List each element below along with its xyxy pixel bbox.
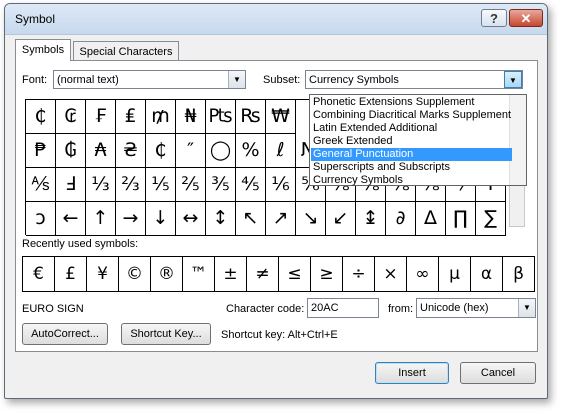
close-button[interactable]: ✕ — [509, 9, 543, 27]
symbol-cell[interactable]: ↄ — [26, 202, 56, 236]
symbol-cell[interactable]: ₴ — [116, 134, 146, 168]
symbol-cell[interactable]: ⅖ — [176, 168, 206, 202]
insert-button[interactable]: Insert — [375, 362, 449, 384]
recent-symbol-cell[interactable]: ∞ — [406, 256, 439, 292]
recent-symbol-cell[interactable]: ≤ — [278, 256, 311, 292]
symbol-cell[interactable]: ₧ — [206, 100, 236, 134]
symbol-cell[interactable]: ⅕ — [146, 168, 176, 202]
subset-option[interactable]: Latin Extended Additional — [311, 122, 512, 135]
subset-option[interactable]: Combining Diacritical Marks Supplement — [311, 109, 512, 122]
symbol-cell[interactable]: ∑ — [476, 202, 506, 236]
symbol-cell[interactable]: ↔ — [176, 202, 206, 236]
symbol-cell[interactable]: ₱ — [26, 134, 56, 168]
recent-symbol-cell[interactable]: € — [22, 256, 55, 292]
symbol-cell[interactable]: ← — [56, 202, 86, 236]
symbol-cell[interactable]: ₥ — [146, 100, 176, 134]
tab-symbols-label: Symbols — [21, 44, 65, 56]
symbol-cell[interactable]: ₳ — [86, 134, 116, 168]
subset-option[interactable]: Currency Symbols — [311, 174, 512, 187]
recent-symbol-cell[interactable]: ÷ — [342, 256, 375, 292]
symbol-cell[interactable]: ₵ — [146, 134, 176, 168]
subset-select[interactable]: Currency Symbols ▼ — [305, 70, 523, 89]
character-name: EURO SIGN — [22, 303, 84, 315]
font-label: Font: — [22, 74, 48, 86]
subset-label: Subset: — [263, 74, 301, 86]
shortcut-key-button[interactable]: Shortcut Key... — [121, 323, 211, 345]
recent-symbol-cell[interactable]: β — [502, 256, 535, 292]
chevron-down-icon: ▼ — [518, 299, 535, 317]
symbol-cell[interactable]: ⅓ — [86, 168, 116, 202]
subset-option[interactable]: General Punctuation — [311, 148, 512, 161]
symbol-cell[interactable]: → — [116, 202, 146, 236]
symbol-cell[interactable]: Ⅎ — [56, 168, 86, 202]
symbol-cell[interactable]: % — [236, 134, 266, 168]
symbol-cell[interactable]: ₦ — [176, 100, 206, 134]
symbol-cell[interactable]: ↕ — [206, 202, 236, 236]
symbol-cell[interactable]: ↘ — [296, 202, 326, 236]
symbol-cell[interactable]: ″ — [176, 134, 206, 168]
recent-symbol-cell[interactable]: £ — [54, 256, 87, 292]
symbol-cell[interactable]: ↗ — [266, 202, 296, 236]
symbol-cell[interactable]: ↖ — [236, 202, 266, 236]
title-bar: Symbol ? ✕ — [5, 4, 547, 35]
cancel-button[interactable]: Cancel — [460, 362, 536, 384]
subset-option[interactable]: Greek Extended — [311, 135, 512, 148]
symbol-cell[interactable]: ↑ — [86, 202, 116, 236]
symbol-cell[interactable]: ₵ — [26, 100, 56, 134]
help-button[interactable]: ? — [481, 9, 507, 27]
from-value: Unicode (hex) — [420, 302, 489, 314]
symbol-cell[interactable]: ℓ — [266, 134, 296, 168]
symbol-cell[interactable]: ₤ — [116, 100, 146, 134]
symbol-cell[interactable]: ₨ — [236, 100, 266, 134]
character-code-label: Character code: — [226, 303, 305, 315]
character-code-input[interactable]: 20AC — [307, 298, 379, 318]
font-select[interactable]: (normal text) ▼ — [53, 70, 246, 89]
chevron-down-icon: ▼ — [228, 71, 245, 88]
symbol-cell[interactable]: ⅙ — [266, 168, 296, 202]
shortcut-key-text: Shortcut key: Alt+Ctrl+E — [221, 329, 338, 341]
symbol-cell[interactable]: ⅍ — [26, 168, 56, 202]
recent-symbol-cell[interactable]: µ — [438, 256, 471, 292]
symbol-cell[interactable]: ₩ — [266, 100, 296, 134]
recently-used-label: Recently used symbols: — [22, 238, 139, 250]
subset-option[interactable]: Phonetic Extensions Supplement — [311, 96, 512, 109]
subset-dropdown-list: Phonetic Extensions Supplement Combining … — [309, 94, 527, 186]
from-select[interactable]: Unicode (hex) ▼ — [416, 298, 536, 318]
symbol-cell[interactable]: ⅔ — [116, 168, 146, 202]
recent-symbol-cell[interactable]: ≥ — [310, 256, 343, 292]
symbol-cell[interactable]: ↓ — [146, 202, 176, 236]
symbol-cell[interactable]: ₢ — [56, 100, 86, 134]
tab-special-characters-label: Special Characters — [79, 46, 173, 58]
chevron-down-icon: ▼ — [504, 71, 522, 88]
symbol-cell[interactable]: ◯ — [206, 134, 236, 168]
tab-special-characters[interactable]: Special Characters — [73, 41, 179, 61]
tab-symbols[interactable]: Symbols — [15, 39, 71, 61]
from-label: from: — [388, 303, 414, 315]
symbol-cell[interactable]: ∏ — [446, 202, 476, 236]
subset-value: Currency Symbols — [309, 74, 399, 86]
symbol-cell[interactable]: ↨ — [356, 202, 386, 236]
symbol-cell[interactable]: ₲ — [56, 134, 86, 168]
symbol-cell[interactable]: ∆ — [416, 202, 446, 236]
symbol-cell[interactable]: ∂ — [386, 202, 416, 236]
autocorrect-button[interactable]: AutoCorrect... — [22, 323, 108, 345]
recent-symbol-cell[interactable]: ¥ — [86, 256, 119, 292]
recent-symbol-cell[interactable]: ≠ — [246, 256, 279, 292]
recent-symbol-cell[interactable]: ™ — [182, 256, 215, 292]
dialog-title: Symbol — [15, 12, 56, 26]
recent-symbol-cell[interactable]: © — [118, 256, 151, 292]
recent-symbol-cell[interactable]: ® — [150, 256, 183, 292]
symbol-cell[interactable]: ₣ — [86, 100, 116, 134]
recent-symbol-cell[interactable]: ± — [214, 256, 247, 292]
recent-symbol-cell[interactable]: α — [470, 256, 503, 292]
symbol-cell[interactable]: ⅘ — [236, 168, 266, 202]
subset-option[interactable]: Superscripts and Subscripts — [311, 161, 512, 174]
symbol-cell[interactable]: ↙ — [326, 202, 356, 236]
symbol-cell[interactable]: ⅗ — [206, 168, 236, 202]
symbol-dialog: Symbol ? ✕ Symbols Special Characters Fo… — [4, 3, 548, 399]
recent-symbol-cell[interactable]: × — [374, 256, 407, 292]
font-value: (normal text) — [57, 74, 119, 86]
